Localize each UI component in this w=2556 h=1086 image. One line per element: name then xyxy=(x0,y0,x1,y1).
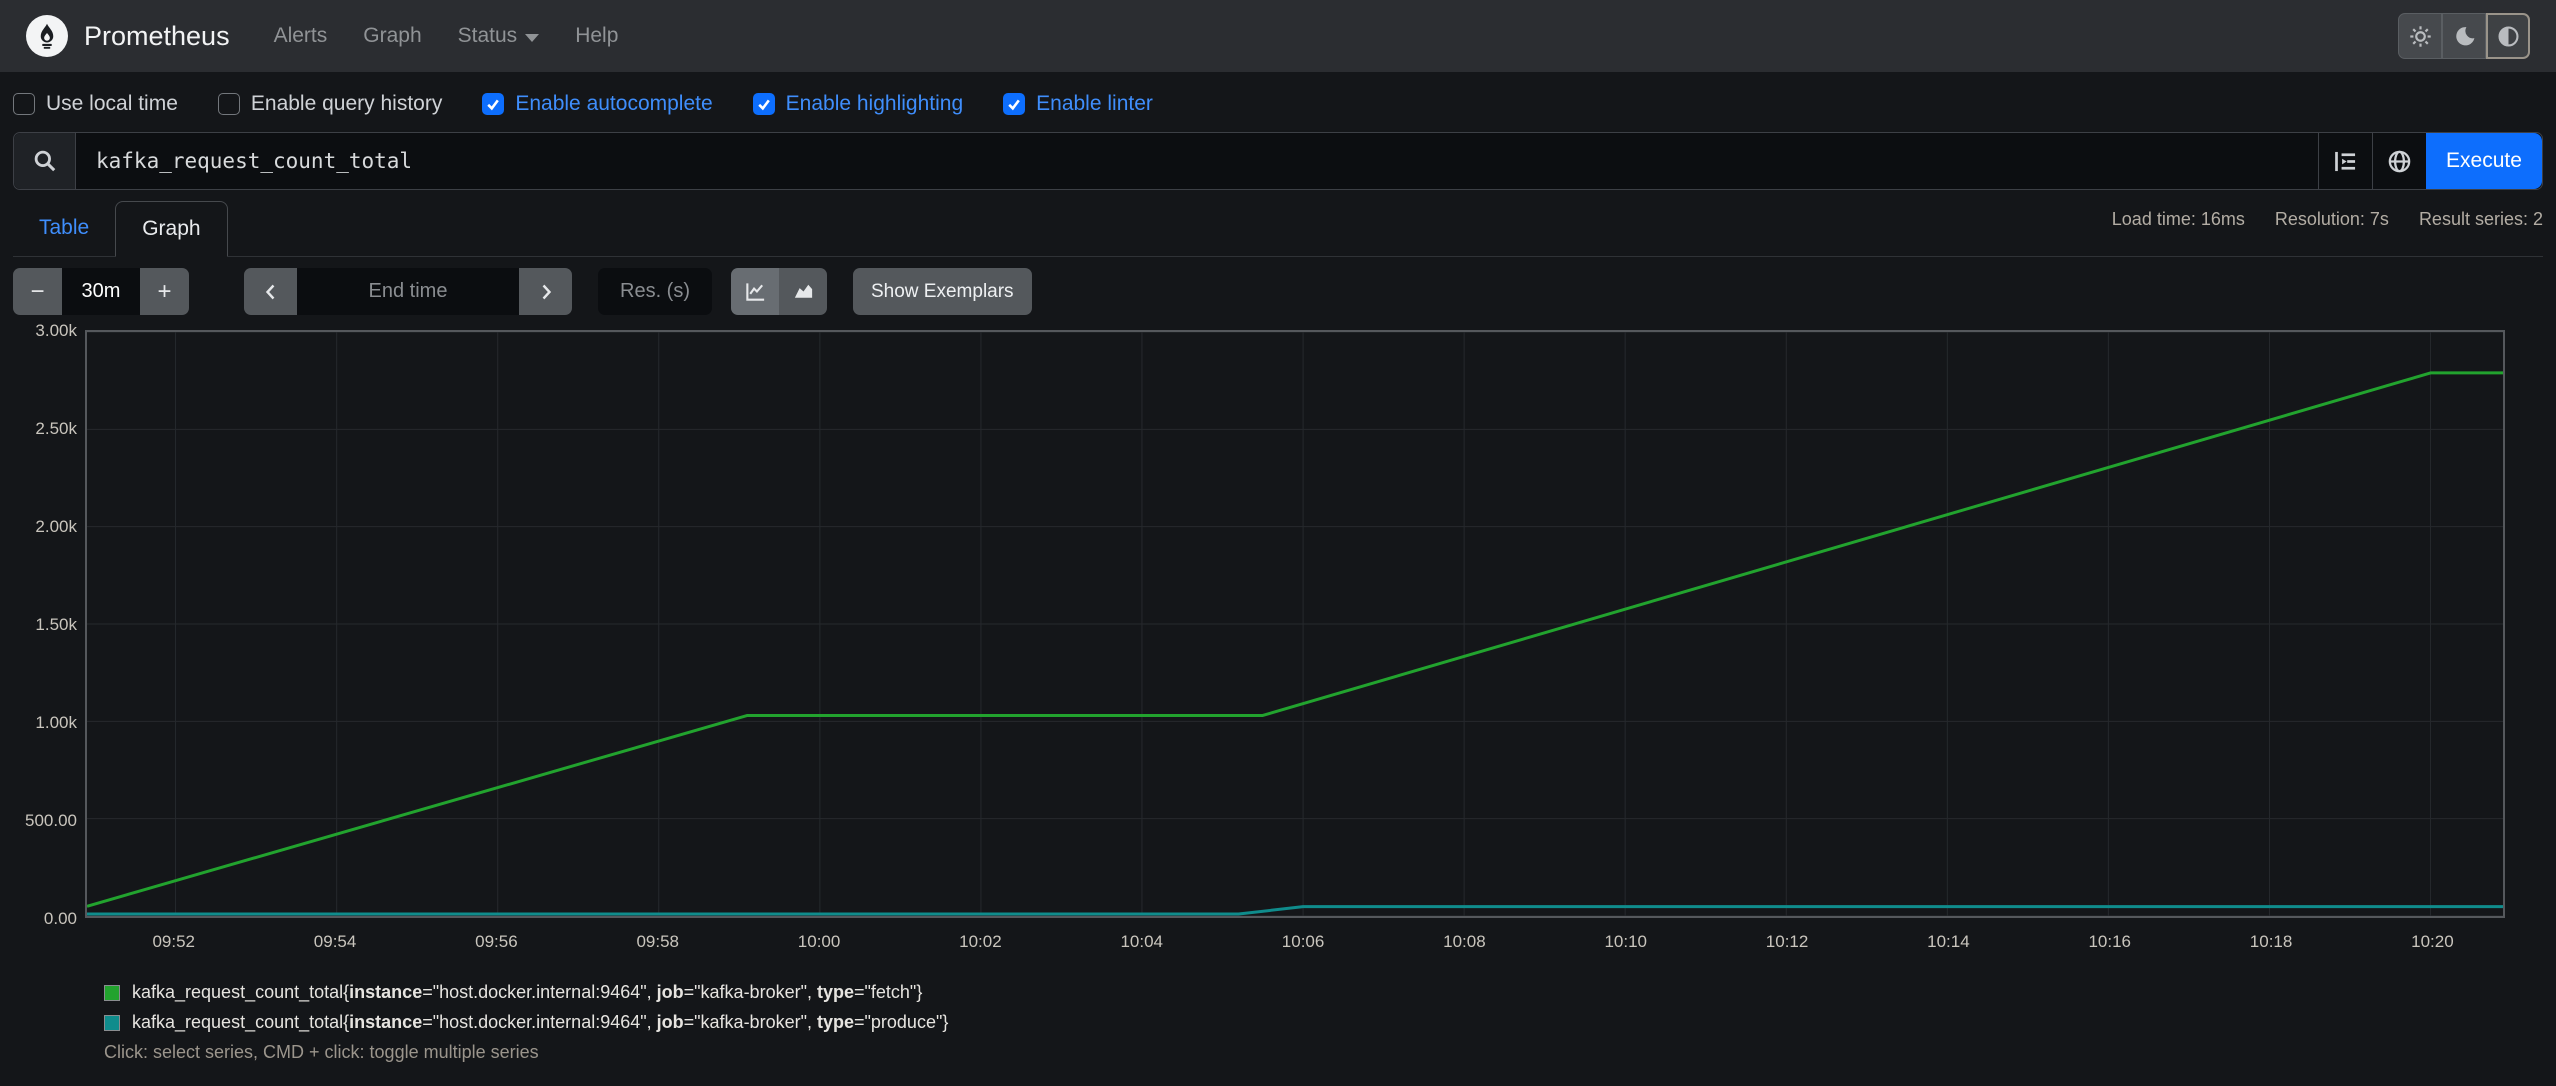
theme-auto-button[interactable] xyxy=(2486,13,2530,59)
y-tick-label: 1.50k xyxy=(35,615,77,634)
graph-controls: − + xyxy=(13,268,2543,315)
globe-icon xyxy=(2388,150,2411,172)
prometheus-logo-icon xyxy=(26,15,68,57)
nav-item-status-dropdown[interactable]: Status xyxy=(458,24,540,48)
chevron-right-icon xyxy=(542,284,551,299)
x-tick-label: 09:58 xyxy=(636,932,679,951)
metrics-explorer-button[interactable] xyxy=(2318,133,2372,189)
x-tick-label: 10:08 xyxy=(1443,932,1486,951)
sun-icon xyxy=(2409,25,2431,47)
checkbox-label: Enable highlighting xyxy=(785,92,964,115)
chevron-down-icon xyxy=(525,33,540,42)
y-tick-label: 3.00k xyxy=(35,321,77,340)
metrics-explorer-icon xyxy=(2335,151,2356,171)
y-tick-label: 500.00 xyxy=(25,811,77,830)
graph-panel: 0.00 500.00 1.00k 1.50k 2.00k 2.50k 3.00k 09:5… xyxy=(13,321,2543,972)
series-label: kafka_request_count_total{instance="host… xyxy=(132,1012,949,1032)
query-input-group: Execute xyxy=(13,132,2543,190)
checkbox-icon[interactable] xyxy=(752,93,775,115)
execute-button[interactable]: Execute xyxy=(2426,133,2542,189)
checkbox-label: Enable linter xyxy=(1036,92,1153,115)
theme-toggle-group xyxy=(2398,13,2530,59)
checkbox-label: Use local time xyxy=(46,92,178,115)
checkbox-enable-query-history[interactable]: Enable query history xyxy=(217,92,443,116)
stat-load-time: Load time: 16ms xyxy=(2111,209,2245,229)
series-legend: kafka_request_count_total{instance="host… xyxy=(104,982,2543,1033)
checkbox-icon[interactable] xyxy=(1003,93,1026,115)
end-time-group xyxy=(244,268,572,315)
checkbox-icon[interactable] xyxy=(217,93,240,115)
theme-light-button[interactable] xyxy=(2398,13,2442,59)
checkbox-icon[interactable] xyxy=(13,93,35,115)
search-icon xyxy=(14,133,76,189)
theme-dark-button[interactable] xyxy=(2442,13,2486,59)
shift-time-back-button[interactable] xyxy=(244,268,297,315)
y-tick-label: 0.00 xyxy=(43,909,77,928)
x-tick-label: 10:20 xyxy=(2411,932,2454,951)
stacked-chart-button[interactable] xyxy=(779,268,827,315)
tab-graph[interactable]: Graph xyxy=(115,201,228,257)
x-tick-label: 10:00 xyxy=(797,932,841,951)
checkbox-label: Enable autocomplete xyxy=(515,92,713,115)
show-exemplars-button[interactable]: Show Exemplars xyxy=(853,268,1032,315)
chart-type-toggle xyxy=(731,268,827,315)
decrease-duration-button[interactable]: − xyxy=(13,268,62,315)
stat-resolution: Resolution: 7s xyxy=(2274,209,2389,229)
legend-item[interactable]: kafka_request_count_total{instance="host… xyxy=(104,982,2543,1003)
series-color-swatch xyxy=(104,984,120,1001)
brand-title: Prometheus xyxy=(84,20,230,51)
x-tick-label: 10:06 xyxy=(1281,932,1325,951)
increase-duration-button[interactable]: + xyxy=(140,268,189,315)
checkbox-label: Enable query history xyxy=(250,92,443,115)
x-tick-label: 10:04 xyxy=(1120,932,1163,951)
checkbox-enable-linter[interactable]: Enable linter xyxy=(1003,92,1153,116)
x-tick-label: 10:14 xyxy=(1927,932,1970,951)
x-tick-label: 10:02 xyxy=(959,932,1002,951)
stat-result-series: Result series: 2 xyxy=(2418,209,2543,229)
adjust-contrast-icon xyxy=(2497,25,2519,47)
x-tick-label: 09:52 xyxy=(152,932,195,951)
y-tick-label: 2.00k xyxy=(35,517,77,536)
query-expression-input[interactable] xyxy=(76,133,2318,189)
prometheus-brand[interactable]: Prometheus xyxy=(26,15,230,57)
x-tick-label: 09:56 xyxy=(475,932,518,951)
nav-item-graph[interactable]: Graph xyxy=(363,24,421,48)
stacked-area-chart-icon xyxy=(794,284,812,298)
moon-icon xyxy=(2455,26,2474,45)
x-tick-label: 09:54 xyxy=(313,932,357,951)
end-time-input[interactable] xyxy=(297,268,519,315)
chevron-left-icon xyxy=(265,284,274,299)
line-chart-icon xyxy=(745,283,764,301)
shift-time-forward-button[interactable] xyxy=(519,268,572,315)
nav-links: Alerts Graph Status Help xyxy=(274,24,619,48)
duration-input[interactable] xyxy=(62,268,140,315)
resolution-input[interactable] xyxy=(598,268,712,315)
checkbox-enable-autocomplete[interactable]: Enable autocomplete xyxy=(482,92,713,116)
line-chart-button[interactable] xyxy=(731,268,779,315)
query-row: Execute xyxy=(13,132,2543,190)
x-tick-label: 10:10 xyxy=(1604,932,1647,951)
checkbox-use-local-time[interactable]: Use local time xyxy=(13,92,178,116)
x-tick-label: 10:18 xyxy=(2249,932,2293,951)
duration-stepper: − + xyxy=(13,268,189,315)
series-color-swatch xyxy=(104,1014,120,1031)
y-tick-label: 1.00k xyxy=(35,713,77,732)
settings-checkbox-row: Use local time Enable query history Enable… xyxy=(13,89,2543,119)
nav-item-alerts[interactable]: Alerts xyxy=(274,24,328,48)
legend-item[interactable]: kafka_request_count_total{instance="host… xyxy=(104,1012,2543,1033)
series-label: kafka_request_count_total{instance="host… xyxy=(132,982,923,1002)
navbar: Prometheus Alerts Graph Status Help xyxy=(0,0,2556,72)
global-query-button[interactable] xyxy=(2372,133,2426,189)
nav-item-help[interactable]: Help xyxy=(575,24,618,48)
tab-table[interactable]: Table xyxy=(13,201,115,256)
legend-hint: Click: select series, CMD + click: toggl… xyxy=(104,1042,539,1062)
x-tick-label: 10:12 xyxy=(1765,932,1809,951)
y-tick-label: 2.50k xyxy=(35,419,77,438)
checkbox-enable-highlighting[interactable]: Enable highlighting xyxy=(752,92,964,116)
query-stats: Load time: 16ms Resolution: 7s Result se… xyxy=(2112,201,2543,256)
x-tick-label: 10:16 xyxy=(2088,932,2131,951)
result-tabs: Table Graph Load time: 16ms Resolution: … xyxy=(13,201,2543,257)
plot-area[interactable] xyxy=(85,330,2505,918)
checkbox-icon[interactable] xyxy=(482,93,505,115)
